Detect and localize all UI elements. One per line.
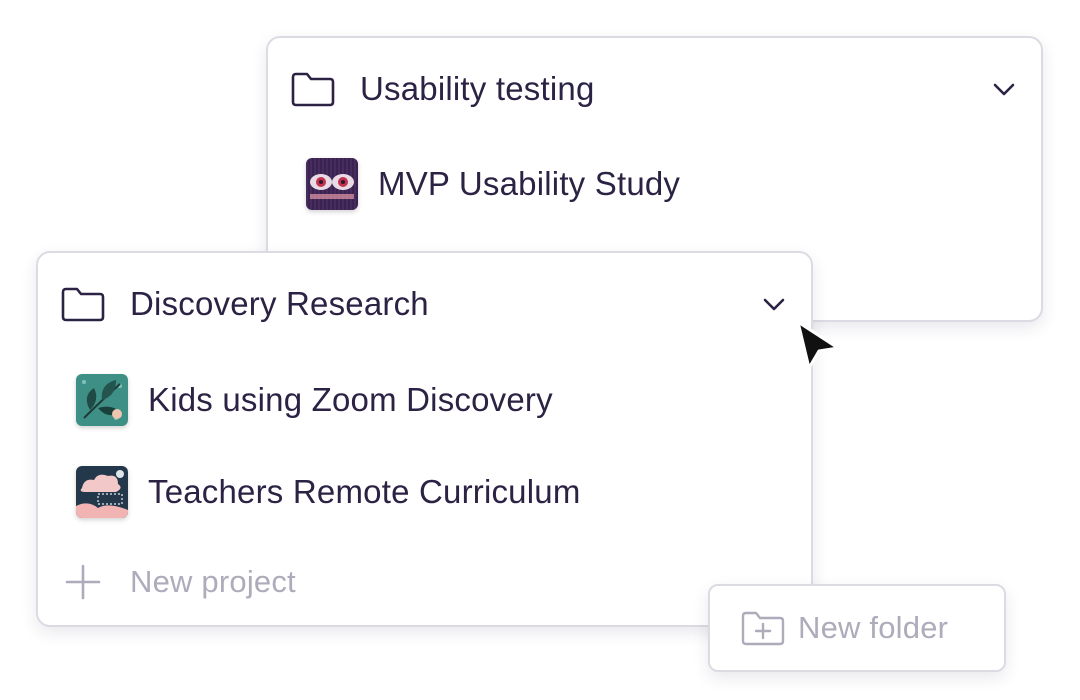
project-thumbnail [76,374,128,426]
folder-header[interactable]: Usability testing [290,64,1019,114]
project-thumbnail [76,466,128,518]
chevron-down-icon[interactable] [759,289,789,319]
folder-title: Usability testing [360,70,595,107]
folder-card-discovery-research: Discovery Research Kids using Zoom Disco… [36,251,813,627]
folder-title: Discovery Research [130,285,429,322]
folder-plus-icon [741,611,785,646]
project-thumbnail [306,158,358,210]
new-project-label: New project [130,564,296,599]
new-project-button[interactable]: New project [64,563,296,601]
folder-header[interactable]: Discovery Research [60,279,789,329]
leaf-illustration-icon [76,374,128,426]
new-folder-button[interactable]: New folder [708,584,1006,672]
project-name: MVP Usability Study [378,165,681,202]
plus-icon [65,564,101,600]
mouse-pointer-icon [796,320,840,370]
project-item[interactable]: Teachers Remote Curriculum [76,466,581,518]
chevron-down-icon[interactable] [989,74,1019,104]
project-item[interactable]: MVP Usability Study [306,158,680,210]
project-item[interactable]: Kids using Zoom Discovery [76,374,553,426]
eyes-illustration-icon [306,158,358,210]
folder-icon [61,287,105,322]
project-name: Teachers Remote Curriculum [148,473,581,510]
folder-stage: Usability testing MVP Usability Study Di… [0,0,1080,700]
cloud-illustration-icon [76,466,128,518]
new-folder-label: New folder [798,610,949,645]
project-name: Kids using Zoom Discovery [148,381,553,418]
folder-icon [291,72,335,107]
